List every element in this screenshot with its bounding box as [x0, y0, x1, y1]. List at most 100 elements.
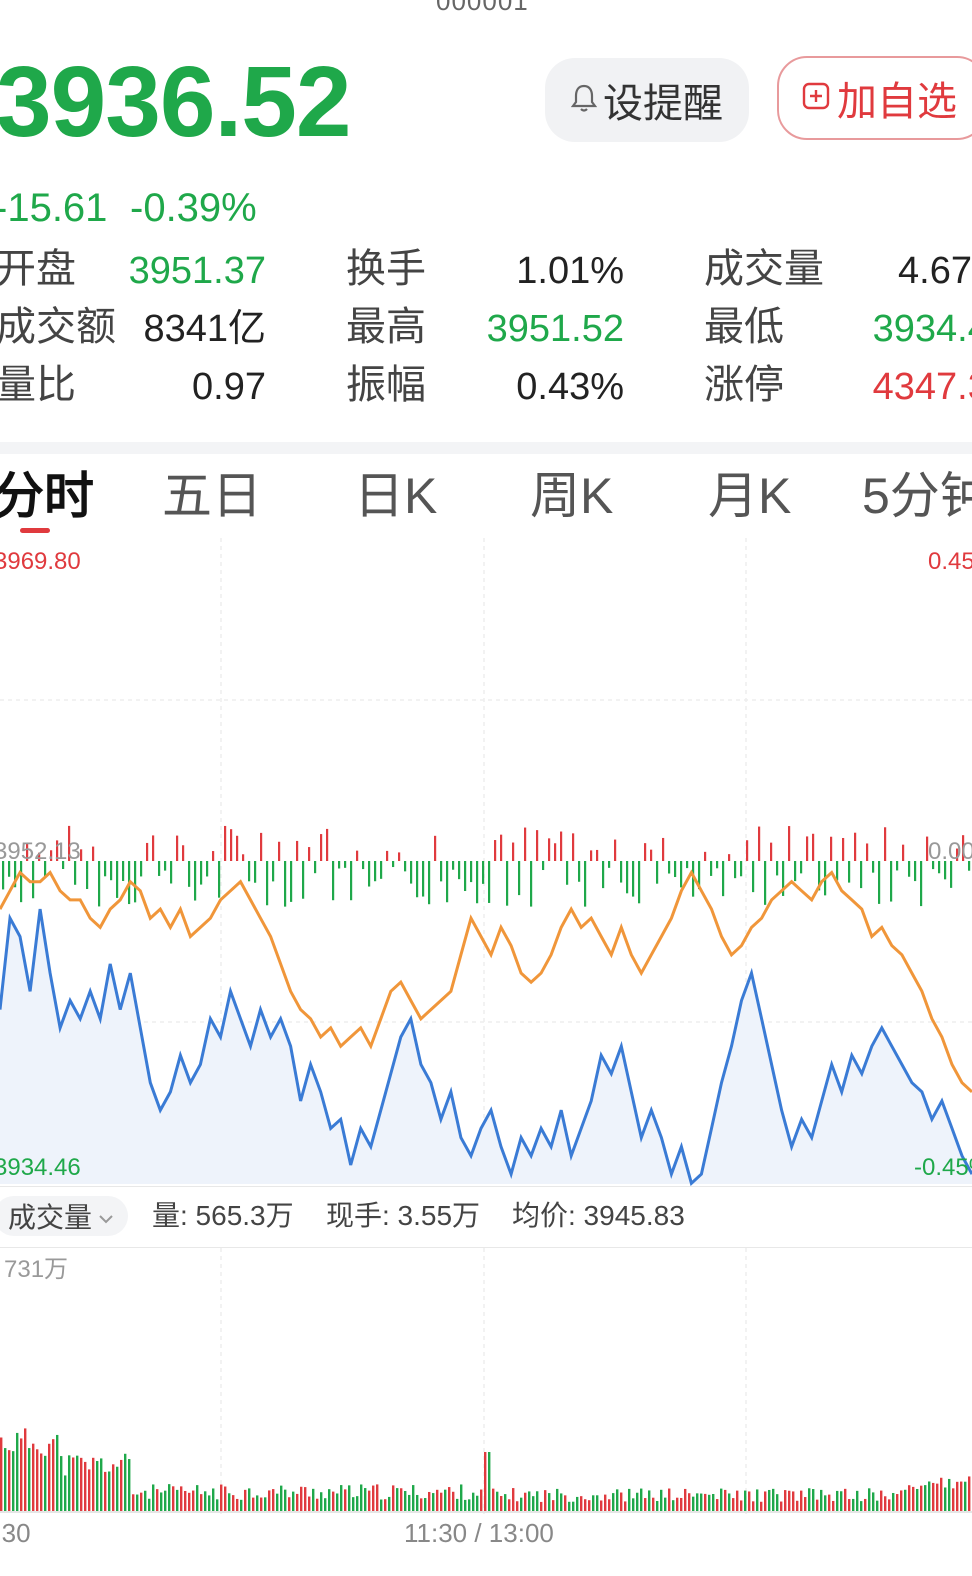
- buy-sell-bar: [776, 861, 779, 876]
- volume-bar: [908, 1485, 911, 1512]
- volume-bar: [544, 1490, 547, 1512]
- volume-bar: [120, 1459, 123, 1512]
- volume-bar: [772, 1488, 775, 1512]
- volume-bar: [284, 1489, 287, 1512]
- buy-sell-bar: [116, 861, 119, 898]
- axis-top-left: 3969.80: [0, 548, 81, 575]
- buy-sell-bar: [194, 861, 197, 901]
- volume-bar: [396, 1488, 399, 1512]
- tab-5[interactable]: 5分钟: [862, 466, 972, 526]
- volume-bar: [720, 1488, 723, 1512]
- volume-bar: [76, 1455, 79, 1512]
- buy-sell-bar: [620, 861, 623, 883]
- buy-sell-bar: [392, 861, 395, 868]
- intraday-chart[interactable]: [0, 538, 972, 1186]
- volume-bar: [744, 1490, 747, 1512]
- buy-sell-bar: [386, 850, 389, 861]
- tab-3[interactable]: 周K: [530, 466, 613, 526]
- buy-sell-bar: [278, 841, 281, 861]
- volume-bar: [344, 1489, 347, 1512]
- buy-sell-bar: [104, 861, 107, 877]
- volume-bar: [496, 1491, 499, 1512]
- buy-sell-bar: [410, 861, 413, 884]
- volume-bar: [760, 1501, 763, 1512]
- buy-sell-bar: [578, 861, 581, 882]
- volume-bar: [708, 1494, 711, 1512]
- indicator-selector[interactable]: 成交量: [0, 1196, 128, 1236]
- volume-bar: [840, 1491, 843, 1512]
- volume-bar: [204, 1491, 207, 1512]
- buy-sell-bar: [800, 861, 803, 874]
- tab-4[interactable]: 月K: [708, 466, 791, 526]
- volume-bar: [64, 1475, 67, 1512]
- volume-bar: [604, 1494, 607, 1512]
- buy-sell-bar: [374, 861, 377, 882]
- volume-bar: [844, 1488, 847, 1512]
- buy-sell-bar: [572, 833, 575, 861]
- buy-sell-bar: [806, 836, 809, 861]
- volume-bar: [896, 1494, 899, 1512]
- tab-2[interactable]: 日K: [354, 466, 437, 526]
- volume-max-label: 731万: [4, 1256, 69, 1283]
- buy-sell-bar: [656, 861, 659, 884]
- tab-1[interactable]: 五日: [162, 466, 262, 526]
- buy-sell-bar: [242, 854, 245, 861]
- volume-bar: [312, 1488, 315, 1512]
- buy-sell-bar: [686, 861, 689, 869]
- volume-bar: [260, 1497, 263, 1512]
- volume-bar: [848, 1499, 851, 1512]
- buy-sell-bar: [452, 861, 455, 870]
- buy-sell-bar: [872, 861, 875, 873]
- volume-bar: [220, 1484, 223, 1512]
- buy-sell-bar: [674, 861, 677, 878]
- volume-bar: [492, 1488, 495, 1512]
- volume-bar: [668, 1488, 671, 1512]
- volume-chart[interactable]: [0, 1248, 972, 1514]
- volume-bar: [404, 1490, 407, 1512]
- buy-sell-bar: [404, 861, 407, 872]
- set-alert-button[interactable]: 设提醒: [545, 58, 749, 142]
- volume-bar: [152, 1484, 155, 1512]
- volume-bar: [680, 1497, 683, 1512]
- buy-sell-bar: [728, 854, 731, 861]
- volume-bar: [216, 1499, 219, 1512]
- buy-sell-bar: [920, 861, 923, 907]
- stock-code: 000001: [436, 0, 529, 16]
- volume-bar: [572, 1501, 575, 1512]
- volume-bar: [732, 1498, 735, 1512]
- buy-sell-bar: [680, 861, 683, 888]
- volume-bar: [876, 1500, 879, 1512]
- indicator-selector-label: 成交量: [8, 1202, 93, 1233]
- active-tab-indicator: [20, 528, 50, 533]
- volume-bar: [208, 1495, 211, 1512]
- buy-sell-bar: [176, 835, 179, 861]
- volume-bar: [660, 1489, 663, 1512]
- add-watchlist-button[interactable]: 加自选: [777, 56, 972, 140]
- buy-sell-bar: [266, 861, 269, 906]
- tab-0[interactable]: 分时: [0, 466, 94, 526]
- buy-sell-bar: [158, 861, 161, 876]
- volume-bar: [164, 1490, 167, 1512]
- volume-bar: [560, 1493, 563, 1512]
- buy-sell-bar: [32, 861, 35, 899]
- time-axis-start: 9:30: [0, 1518, 31, 1548]
- volume-bar: [432, 1493, 435, 1512]
- buy-sell-bar: [740, 861, 743, 877]
- volume-bar: [200, 1494, 203, 1512]
- volume-bar: [20, 1438, 23, 1512]
- buy-sell-bar: [596, 849, 599, 861]
- buy-sell-bar: [350, 861, 353, 901]
- stat-label: 成交量: [704, 247, 824, 291]
- volume-bar: [596, 1495, 599, 1512]
- buy-sell-bar: [854, 832, 857, 861]
- volume-bar: [568, 1501, 571, 1512]
- volume-bar: [580, 1496, 583, 1512]
- volume-bar: [0, 1437, 3, 1512]
- volume-bars: [0, 1428, 971, 1512]
- buy-sell-bar: [422, 861, 425, 897]
- volume-bar: [292, 1491, 295, 1512]
- volume-bar: [440, 1492, 443, 1512]
- buy-sell-bar: [314, 861, 317, 874]
- buy-sell-bar: [566, 861, 569, 885]
- volume-bar: [128, 1459, 131, 1512]
